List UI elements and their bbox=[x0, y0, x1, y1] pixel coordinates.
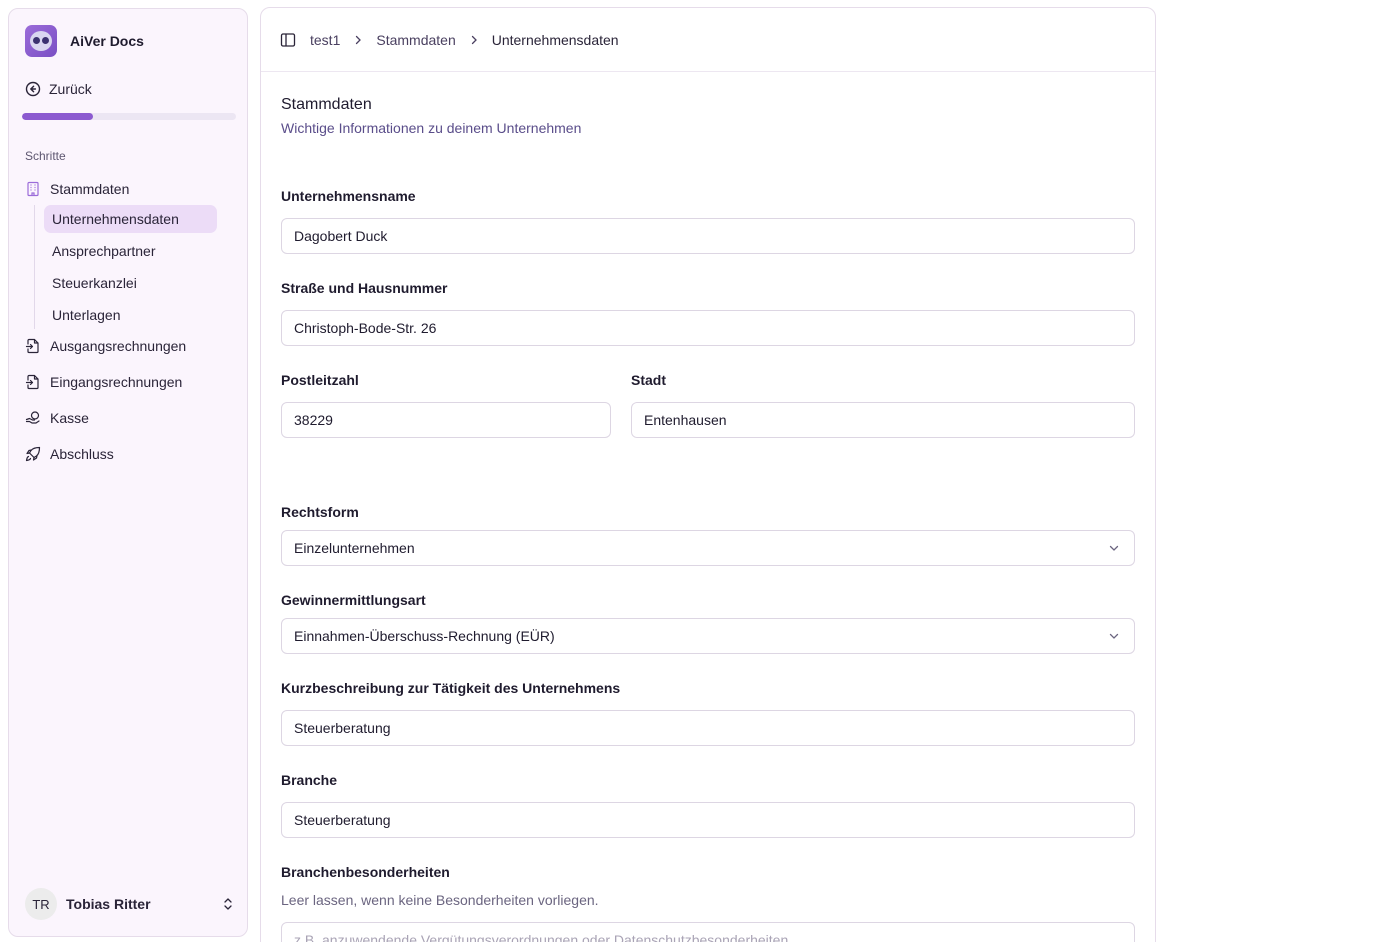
chevrons-up-down-icon bbox=[224, 898, 232, 910]
industry-specifics-help: Leer lassen, wenn keine Besonderheiten v… bbox=[281, 892, 599, 908]
topbar: test1 Stammdaten Unternehmensdaten bbox=[261, 8, 1155, 72]
city-input[interactable]: Entenhausen bbox=[631, 402, 1135, 438]
activity-label: Kurzbeschreibung zur Tätigkeit des Unter… bbox=[281, 680, 621, 696]
page-title: Stammdaten bbox=[281, 96, 372, 113]
city-label: Stadt bbox=[631, 372, 666, 388]
breadcrumb-item[interactable]: test1 bbox=[310, 32, 340, 48]
sub-item-ansprechpartner[interactable]: Ansprechpartner bbox=[44, 237, 217, 265]
street-input[interactable]: Christoph-Bode-Str. 26 bbox=[281, 310, 1135, 346]
activity-input[interactable]: Steuerberatung bbox=[281, 710, 1135, 746]
profit-method-value: Einnahmen-Überschuss-Rechnung (EÜR) bbox=[294, 628, 555, 644]
chevron-down-icon bbox=[1109, 633, 1119, 639]
progress-bar bbox=[22, 113, 236, 120]
street-label: Straße und Hausnummer bbox=[281, 280, 448, 296]
sub-item-steuerkanzlei[interactable]: Steuerkanzlei bbox=[44, 269, 217, 297]
legal-form-select[interactable]: Einzelunternehmen bbox=[281, 530, 1135, 566]
page-subtitle: Wichtige Informationen zu deinem Unterne… bbox=[281, 120, 582, 136]
nav-item-ausgangsrechnungen[interactable]: Ausgangsrechnungen bbox=[25, 335, 235, 357]
profit-method-select[interactable]: Einnahmen-Überschuss-Rechnung (EÜR) bbox=[281, 618, 1135, 654]
cash-icon bbox=[25, 411, 40, 424]
toggle-sidebar-icon[interactable] bbox=[280, 32, 296, 48]
user-name: Tobias Ritter bbox=[66, 896, 151, 912]
nav-item-kasse[interactable]: Kasse bbox=[25, 407, 235, 429]
zip-input[interactable]: 38229 bbox=[281, 402, 611, 438]
profit-method-label: Gewinnermittlungsart bbox=[281, 592, 426, 608]
sub-item-unterlagen[interactable]: Unterlagen bbox=[44, 301, 217, 329]
sub-item-unternehmensdaten[interactable]: Unternehmensdaten bbox=[44, 205, 217, 233]
form-section: Stammdaten Wichtige Informationen zu dei… bbox=[281, 96, 1135, 136]
section-label: Schritte bbox=[25, 149, 66, 163]
breadcrumb-item[interactable]: Stammdaten bbox=[376, 32, 455, 48]
nav-item-label: Ausgangsrechnungen bbox=[50, 338, 187, 354]
main-panel: test1 Stammdaten Unternehmensdaten Stamm… bbox=[260, 7, 1156, 942]
nav-item-label: Abschluss bbox=[50, 446, 114, 462]
industry-label: Branche bbox=[281, 772, 338, 788]
industry-specifics-textarea[interactable]: z.B. anzuwendende Vergütungsverordnungen… bbox=[281, 922, 1135, 942]
user-menu[interactable]: TR Tobias Ritter bbox=[25, 888, 235, 920]
chevron-down-icon bbox=[1109, 545, 1119, 551]
nav-item-stammdaten[interactable]: Stammdaten bbox=[25, 178, 235, 200]
progress-fill bbox=[22, 113, 93, 120]
chevron-right-icon bbox=[356, 35, 362, 44]
sub-nav: Unternehmensdaten Ansprechpartner Steuer… bbox=[34, 205, 235, 329]
industry-specifics-label: Branchenbesonderheiten bbox=[281, 864, 450, 880]
arrow-left-circle-icon bbox=[25, 81, 41, 97]
company-name-input[interactable]: Dagobert Duck bbox=[281, 218, 1135, 254]
nav-item-label: Kasse bbox=[50, 410, 89, 426]
legal-form-value: Einzelunternehmen bbox=[294, 540, 415, 556]
nav-item-abschluss[interactable]: Abschluss bbox=[25, 443, 235, 465]
robot-logo-icon bbox=[25, 25, 57, 57]
chevron-right-icon bbox=[471, 35, 477, 44]
file-export-icon bbox=[25, 338, 39, 354]
company-name-label: Unternehmensname bbox=[281, 188, 416, 204]
legal-form-label: Rechtsform bbox=[281, 504, 359, 520]
breadcrumb: test1 Stammdaten Unternehmensdaten bbox=[310, 32, 619, 48]
back-label: Zurück bbox=[49, 81, 92, 97]
industry-input[interactable]: Steuerberatung bbox=[281, 802, 1135, 838]
rocket-icon bbox=[25, 446, 41, 462]
sidebar: AiVer Docs Zurück Schritte Stammdaten Un… bbox=[8, 8, 248, 937]
app-name: AiVer Docs bbox=[70, 33, 144, 49]
file-import-icon bbox=[25, 374, 39, 390]
breadcrumb-current: Unternehmensdaten bbox=[491, 31, 619, 48]
nav-item-eingangsrechnungen[interactable]: Eingangsrechnungen bbox=[25, 371, 235, 393]
brand[interactable]: AiVer Docs bbox=[25, 25, 144, 57]
steps-nav: Stammdaten Unternehmensdaten Ansprechpar… bbox=[25, 178, 235, 465]
avatar: TR bbox=[25, 888, 57, 920]
zip-label: Postleitzahl bbox=[281, 372, 359, 388]
nav-item-label: Eingangsrechnungen bbox=[50, 374, 183, 390]
building-icon bbox=[27, 181, 39, 197]
back-button[interactable]: Zurück bbox=[25, 79, 92, 99]
nav-item-label: Stammdaten bbox=[50, 181, 130, 197]
